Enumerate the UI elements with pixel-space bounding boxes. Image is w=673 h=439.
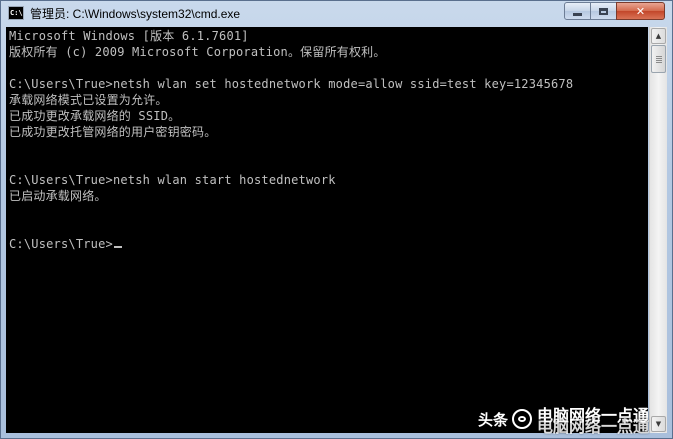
cmd-window: C:\ 管理员: C:\Windows\system32\cmd.exe ✕ M… <box>0 0 673 439</box>
minimize-icon <box>573 12 582 16</box>
up-arrow-icon: ▲ <box>655 32 662 40</box>
window-title: 管理员: C:\Windows\system32\cmd.exe <box>30 7 241 21</box>
maximize-icon <box>599 7 608 15</box>
console-line: C:\Users\True>netsh wlan start hostednet… <box>9 173 336 187</box>
text-cursor <box>113 246 122 248</box>
watermark-line-2: 电脑网络一点通 <box>537 417 650 436</box>
cmd-app-icon[interactable]: C:\ <box>8 6 24 20</box>
minimize-button[interactable] <box>564 2 591 20</box>
console-line: C:\Users\True>netsh wlan set hostednetwo… <box>9 77 574 91</box>
vertical-scrollbar[interactable]: ▲ ▼ <box>649 27 667 433</box>
maximize-button[interactable] <box>590 2 617 20</box>
console-line: 已启动承载网络。 <box>9 189 107 203</box>
watermark: 头条 电脑网络一点通 电脑网络一点通 <box>478 399 668 439</box>
grip-icon <box>656 56 662 63</box>
scroll-up-button[interactable]: ▲ <box>651 28 666 44</box>
console-line: 版权所有 (c) 2009 Microsoft Corporation。保留所有… <box>9 45 386 59</box>
console-line: 已成功更改托管网络的用户密钥密码。 <box>9 125 217 139</box>
prompt-line[interactable]: C:\Users\True> <box>9 237 122 252</box>
wechat-logo-icon <box>512 409 533 429</box>
prompt-text: C:\Users\True> <box>9 237 113 251</box>
console-line: 承载网络模式已设置为允许。 <box>9 93 168 107</box>
close-icon: ✕ <box>635 4 646 18</box>
watermark-brand: 头条 <box>478 410 509 429</box>
console-line: 已成功更改承载网络的 SSID。 <box>9 109 181 123</box>
watermark-text: 电脑网络一点通 电脑网络一点通 <box>537 402 662 436</box>
scroll-thumb[interactable] <box>651 45 666 73</box>
console-line: Microsoft Windows [版本 6.1.7601] <box>9 29 249 43</box>
console-output[interactable]: Microsoft Windows [版本 6.1.7601] 版权所有 (c)… <box>6 27 648 433</box>
close-button[interactable]: ✕ <box>616 2 665 20</box>
